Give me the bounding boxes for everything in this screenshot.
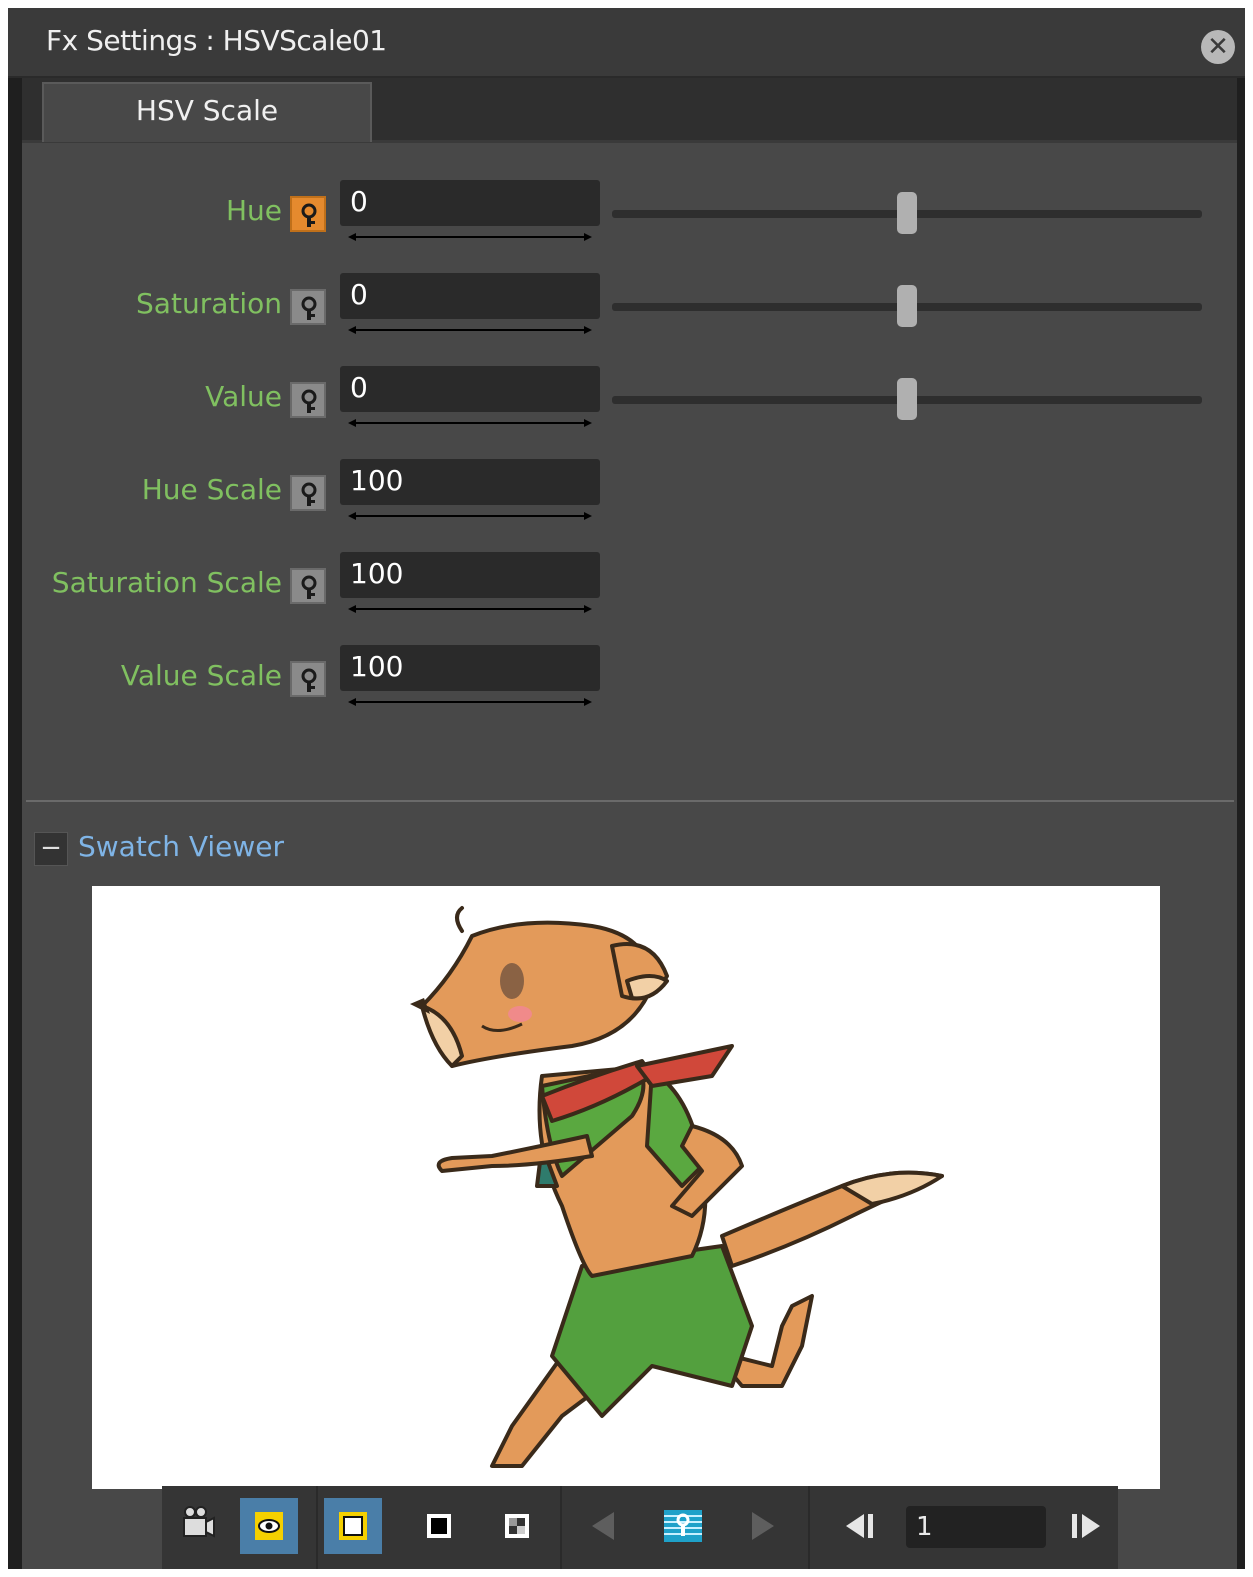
saturation-slider-handle[interactable] bbox=[897, 285, 917, 327]
swatch-preview-canvas bbox=[92, 886, 1160, 1489]
hue-input[interactable]: 0 bbox=[340, 180, 600, 226]
param-label: Value Scale bbox=[120, 659, 282, 692]
collapse-button[interactable]: − bbox=[34, 832, 68, 866]
preview-eye-icon[interactable] bbox=[240, 1498, 298, 1554]
param-label: Saturation bbox=[136, 287, 282, 320]
value-scale-input[interactable]: 100 bbox=[340, 645, 600, 691]
drag-arrow-icon[interactable] bbox=[348, 695, 592, 709]
settings-panel: HSV Scale Hue 0 Saturation 0 Value 0 Hue… bbox=[22, 78, 1237, 886]
next-key-icon[interactable] bbox=[734, 1498, 792, 1554]
value-input[interactable]: 0 bbox=[340, 366, 600, 412]
drag-arrow-icon[interactable] bbox=[348, 323, 592, 337]
param-row-value-scale: Value Scale 100 bbox=[22, 639, 1237, 719]
param-row-value: Value 0 bbox=[22, 360, 1237, 440]
saturation-input[interactable]: 0 bbox=[340, 273, 600, 319]
drag-arrow-icon[interactable] bbox=[348, 602, 592, 616]
frame-input[interactable]: 1 bbox=[906, 1506, 1046, 1548]
param-label: Saturation Scale bbox=[51, 566, 282, 599]
keyframe-toggle-icon[interactable] bbox=[290, 568, 326, 604]
title-bar: Fx Settings : HSVScale01 ✕ bbox=[8, 8, 1245, 78]
running-dog-character bbox=[410, 906, 944, 1468]
fx-settings-window: Fx Settings : HSVScale01 ✕ HSV Scale Hue… bbox=[8, 8, 1245, 1569]
drag-arrow-icon[interactable] bbox=[348, 416, 592, 430]
close-icon[interactable]: ✕ bbox=[1201, 30, 1235, 64]
tab-strip: HSV Scale bbox=[22, 78, 1237, 143]
keyframe-toggle-icon[interactable] bbox=[290, 289, 326, 325]
swatch-viewer-title[interactable]: Swatch Viewer bbox=[78, 830, 284, 863]
value-slider-handle[interactable] bbox=[897, 378, 917, 420]
camera-icon[interactable] bbox=[168, 1498, 226, 1554]
hue-scale-input[interactable]: 100 bbox=[340, 459, 600, 505]
prev-frame-icon[interactable] bbox=[832, 1498, 890, 1554]
swatch-toolbar: 1 bbox=[162, 1486, 1118, 1569]
keyframe-icon[interactable] bbox=[654, 1498, 712, 1554]
prev-key-icon[interactable] bbox=[574, 1498, 632, 1554]
hue-slider-handle[interactable] bbox=[897, 192, 917, 234]
param-row-saturation: Saturation 0 bbox=[22, 267, 1237, 347]
next-frame-icon[interactable] bbox=[1058, 1498, 1116, 1554]
swatch-viewer: 1 bbox=[22, 886, 1237, 1569]
saturation-scale-input[interactable]: 100 bbox=[340, 552, 600, 598]
keyframe-toggle-icon[interactable] bbox=[290, 475, 326, 511]
divider bbox=[26, 800, 1234, 802]
keyframe-toggle-icon[interactable] bbox=[290, 382, 326, 418]
param-row-hue-scale: Hue Scale 100 bbox=[22, 453, 1237, 533]
tab-hsv-scale[interactable]: HSV Scale bbox=[42, 82, 372, 142]
param-label: Hue Scale bbox=[141, 473, 282, 506]
keyframe-toggle-icon[interactable] bbox=[290, 196, 326, 232]
param-label: Value bbox=[205, 380, 282, 413]
param-label: Hue bbox=[225, 194, 282, 227]
checkerboard-bg-icon[interactable] bbox=[488, 1498, 546, 1554]
param-row-saturation-scale: Saturation Scale 100 bbox=[22, 546, 1237, 626]
window-title: Fx Settings : HSVScale01 bbox=[46, 24, 387, 57]
param-row-hue: Hue 0 bbox=[22, 174, 1237, 254]
drag-arrow-icon[interactable] bbox=[348, 509, 592, 523]
black-bg-icon[interactable] bbox=[410, 1498, 468, 1554]
drag-arrow-icon[interactable] bbox=[348, 230, 592, 244]
keyframe-toggle-icon[interactable] bbox=[290, 661, 326, 697]
white-bg-icon[interactable] bbox=[324, 1498, 382, 1554]
